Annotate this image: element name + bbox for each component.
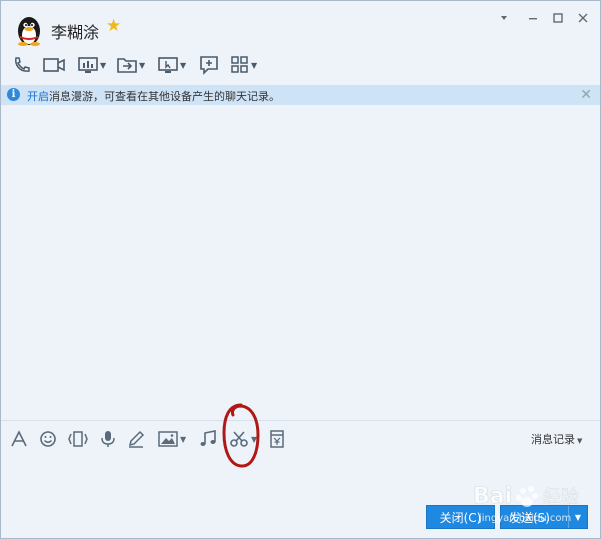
message-input[interactable] bbox=[1, 453, 600, 503]
close-button[interactable]: 关闭(C) bbox=[426, 505, 495, 529]
remote-desktop-icon[interactable]: ▼ bbox=[158, 53, 186, 77]
roaming-notice-bar: i 开启消息漫游，可查看在其他设备产生的聊天记录。 ✕ bbox=[1, 85, 600, 105]
image-icon[interactable]: ▼ bbox=[158, 427, 186, 451]
message-record-label: 消息记录 bbox=[531, 433, 575, 446]
caret-down-icon[interactable] bbox=[495, 9, 513, 27]
shake-icon[interactable] bbox=[67, 427, 89, 451]
file-transfer-icon[interactable]: ▼ bbox=[117, 53, 145, 77]
notice-message: 消息漫游，可查看在其他设备产生的聊天记录。 bbox=[49, 90, 280, 103]
screen-share-icon[interactable]: ▼ bbox=[78, 53, 106, 77]
qq-penguin-avatar[interactable] bbox=[14, 14, 44, 46]
video-icon[interactable] bbox=[43, 53, 65, 77]
close-button-label: 关闭(C) bbox=[439, 510, 482, 525]
music-icon[interactable] bbox=[199, 427, 217, 451]
enable-roaming-link[interactable]: 开启 bbox=[27, 90, 49, 103]
close-icon[interactable] bbox=[574, 9, 592, 27]
chat-window: 李糊涂 ★ ▼ ▼ ▼ ▼ i 开启消息漫游，可查看在其他设备产生的聊天记录。 … bbox=[0, 0, 601, 539]
send-button-label: 发送(S) bbox=[509, 510, 550, 525]
chat-history-area[interactable] bbox=[1, 105, 600, 419]
notice-text: 开启消息漫游，可查看在其他设备产生的聊天记录。 bbox=[27, 88, 280, 104]
chat-toolbar: ▼ ▼ ▼ ▼ bbox=[1, 51, 600, 79]
send-button[interactable]: 发送(S) ▼ bbox=[500, 505, 588, 529]
contact-name[interactable]: 李糊涂 bbox=[51, 19, 99, 43]
font-icon[interactable] bbox=[10, 427, 28, 451]
info-icon: i bbox=[7, 88, 20, 101]
screenshot-scissors-icon[interactable]: ▼ bbox=[229, 427, 257, 451]
maximize-icon[interactable] bbox=[549, 9, 567, 27]
star-icon[interactable]: ★ bbox=[106, 18, 121, 35]
notice-close-icon[interactable]: ✕ bbox=[580, 87, 592, 103]
input-toolbar: ▼ ▼ bbox=[1, 425, 600, 453]
divider bbox=[1, 420, 600, 421]
red-packet-icon[interactable] bbox=[269, 427, 285, 451]
new-chat-icon[interactable] bbox=[199, 53, 219, 77]
pen-icon[interactable] bbox=[127, 427, 145, 451]
emoji-icon[interactable] bbox=[39, 427, 57, 451]
title-bar: 李糊涂 ★ bbox=[1, 1, 600, 47]
voice-icon[interactable] bbox=[99, 427, 117, 451]
send-options-caret-icon[interactable]: ▼ bbox=[568, 506, 587, 528]
phone-icon[interactable] bbox=[12, 53, 32, 77]
minimize-icon[interactable] bbox=[524, 9, 542, 27]
message-record-button[interactable]: 消息记录 ▼ bbox=[531, 431, 582, 447]
apps-icon[interactable]: ▼ bbox=[231, 53, 257, 77]
